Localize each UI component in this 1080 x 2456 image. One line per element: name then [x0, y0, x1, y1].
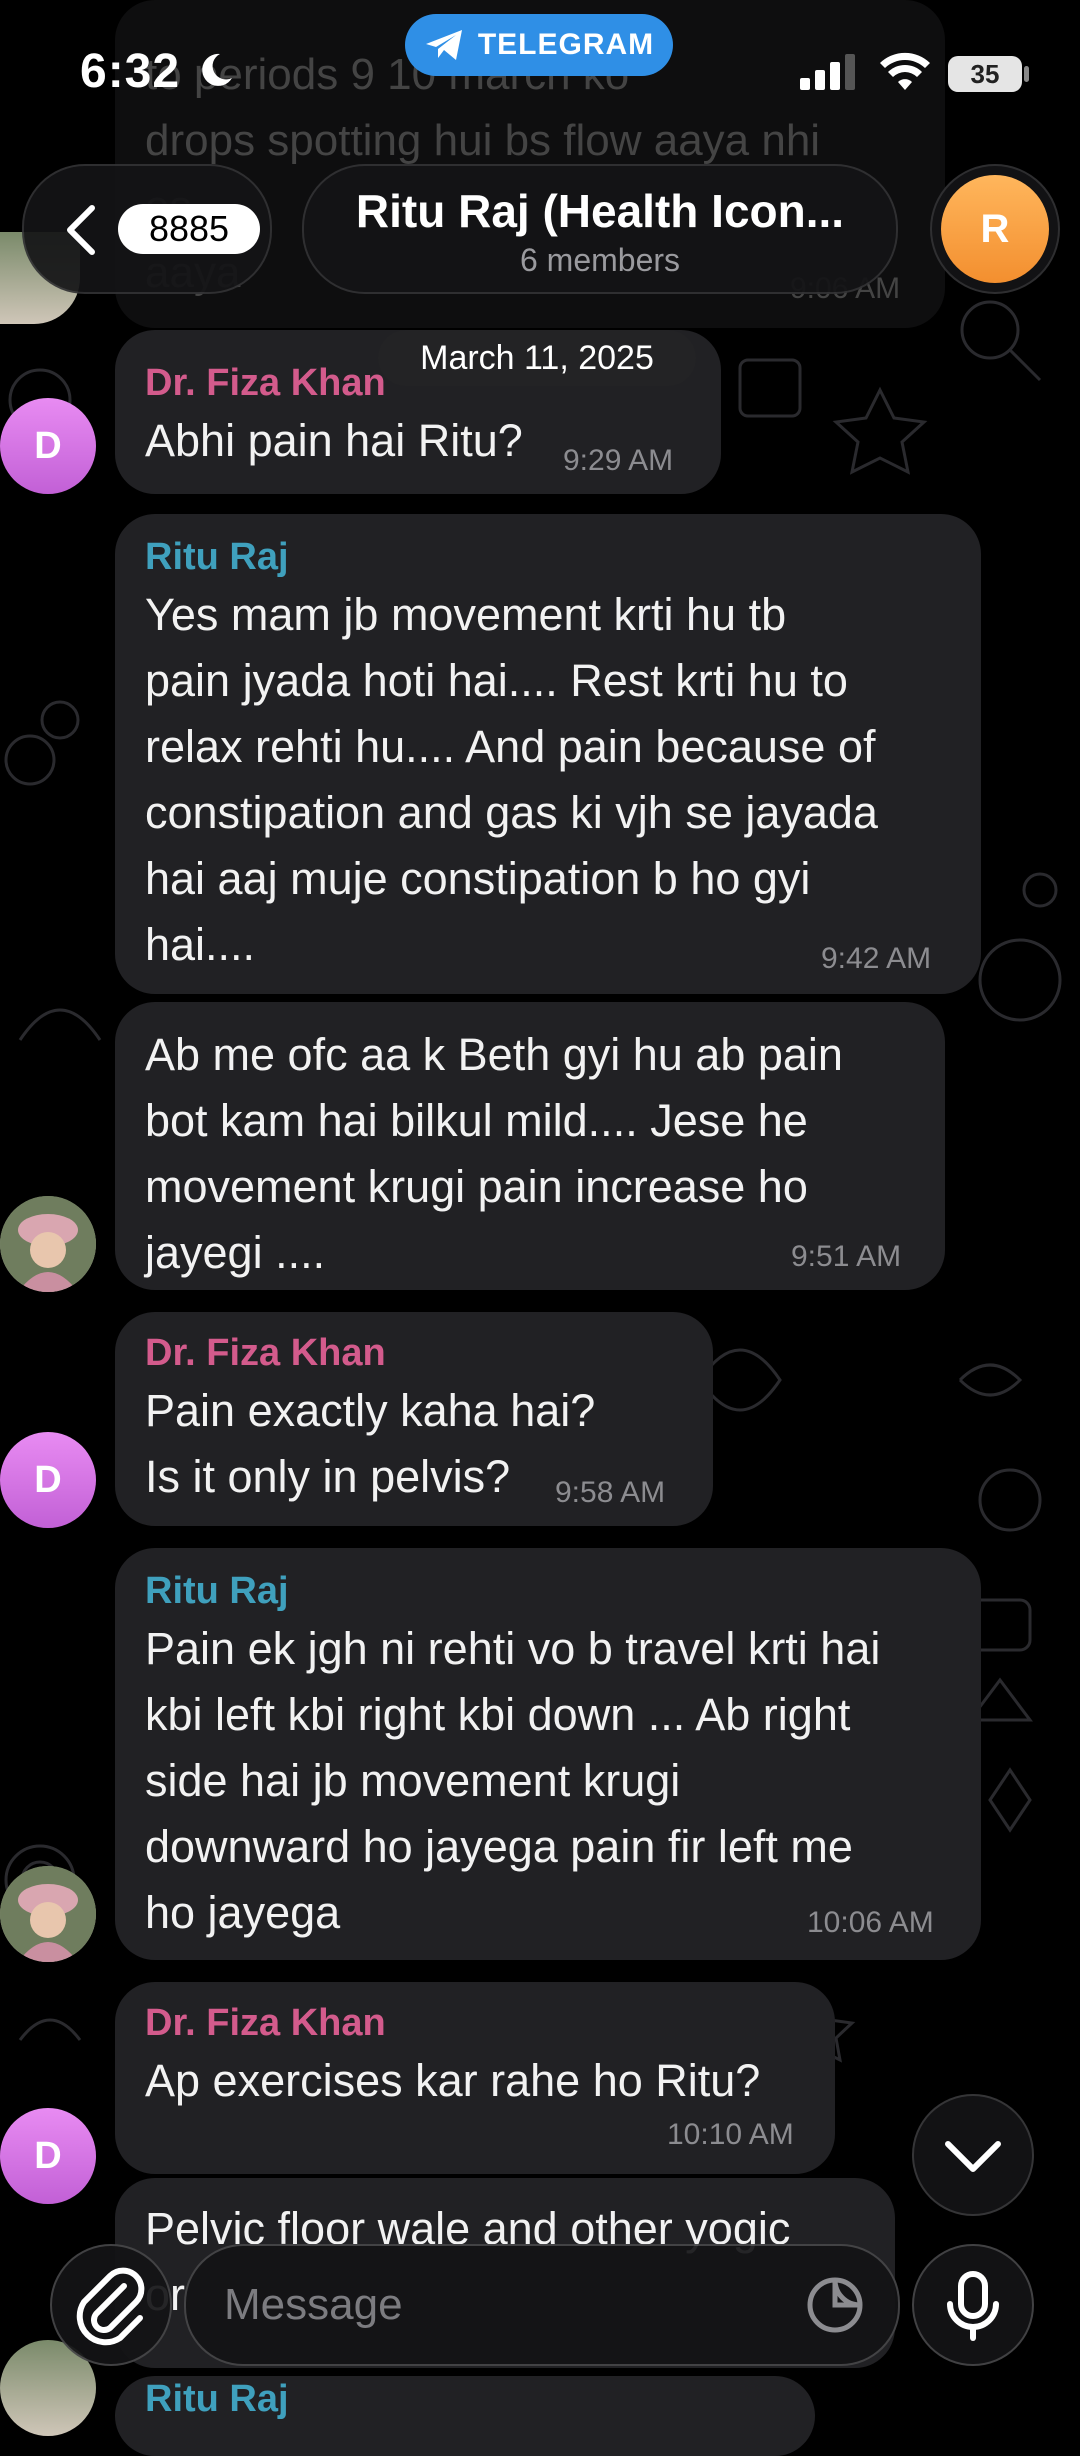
message-text: side hai jb movement krugi	[145, 1755, 681, 1806]
message-text: jayegi ....	[145, 1227, 326, 1278]
moon-icon	[196, 50, 236, 90]
avatar[interactable]	[0, 1196, 96, 1292]
wifi-icon	[878, 52, 932, 97]
chat-avatar: R	[941, 175, 1049, 283]
status-time: 6:32	[80, 45, 181, 98]
back-button[interactable]: 8885	[22, 164, 272, 294]
signal-icon	[800, 54, 860, 95]
message-text: hai aaj muje constipation b ho gyi	[145, 853, 811, 904]
chat-title-pill[interactable]: Ritu Raj (Health Icon... 6 members	[302, 164, 898, 294]
message-time: 9:29 AM	[563, 444, 674, 477]
chat-members-count: 6 members	[519, 242, 681, 278]
message-bubble[interactable]: Ritu Raj	[115, 2376, 815, 2456]
message-text: hai....	[145, 919, 256, 970]
battery-tip	[1024, 66, 1029, 82]
message-bubble[interactable]: Ritu Raj Yes mam jb movement krti hu tb …	[115, 514, 981, 994]
message-sender: Ritu Raj	[145, 536, 289, 578]
message-sender: Dr. Fiza Khan	[145, 362, 386, 404]
message-text: Abhi pain hai Ritu?	[145, 415, 523, 466]
message-bubble[interactable]: Ab me ofc aa k Beth gyi hu ab pain bot k…	[115, 1002, 945, 1290]
message-text: kbi left kbi right kbi down ... Ab right	[145, 1689, 851, 1740]
message-text: Pain ek jgh ni rehti vo b travel krti ha…	[145, 1623, 881, 1674]
message-time: 10:10 AM	[667, 2118, 794, 2151]
chat-avatar-button[interactable]: R	[930, 164, 1060, 294]
message-sender: Ritu Raj	[145, 1570, 289, 1612]
avatar[interactable]: D	[0, 2108, 96, 2204]
message-field[interactable]	[184, 2244, 900, 2366]
message-bubble[interactable]: Ritu Raj Pain ek jgh ni rehti vo b trave…	[115, 1548, 981, 1960]
message-text: Ab me ofc aa k Beth gyi hu ab pain	[145, 1029, 843, 1080]
attach-button[interactable]	[50, 2244, 172, 2366]
message-text: ho jayega	[145, 1887, 341, 1938]
telegram-pill-label: TELEGRAM	[477, 28, 655, 61]
sticker-icon[interactable]	[806, 2276, 864, 2339]
message-time: 10:06 AM	[807, 1906, 934, 1939]
message-time: 9:51 AM	[791, 1240, 902, 1273]
battery-icon: 35	[948, 56, 1022, 92]
voice-record-button[interactable]	[912, 2244, 1034, 2366]
message-sender: Dr. Fiza Khan	[145, 2002, 386, 2044]
message-text: constipation and gas ki vjh se jayada	[145, 787, 878, 838]
date-separator: March 11, 2025	[378, 330, 696, 386]
message-text: Yes mam jb movement krti hu tb	[145, 589, 787, 640]
chat-title: Ritu Raj (Health Icon...	[355, 185, 845, 237]
paperclip-icon	[76, 2267, 145, 2346]
avatar[interactable]: D	[0, 398, 96, 494]
message-bubble[interactable]: Dr. Fiza Khan Ap exercises kar rahe ho R…	[115, 1982, 835, 2174]
telegram-pill[interactable]: TELEGRAM	[405, 14, 673, 76]
microphone-icon	[947, 2271, 999, 2341]
avatar[interactable]: D	[0, 1432, 96, 1528]
message-text: bot kam hai bilkul mild.... Jese he	[145, 1095, 808, 1146]
message-time: 9:42 AM	[821, 942, 932, 975]
message-text: Pain exactly kaha hai?	[145, 1385, 596, 1436]
scroll-to-bottom-button[interactable]	[912, 2094, 1034, 2216]
message-text: movement krugi pain increase ho	[145, 1161, 808, 1212]
unread-count-badge: 8885	[118, 204, 260, 254]
message-input[interactable]	[222, 2274, 786, 2336]
message-text: pain jyada hoti hai.... Rest krti hu to	[145, 655, 848, 706]
message-text: Ap exercises kar rahe ho Ritu?	[145, 2055, 761, 2106]
message-text: Is it only in pelvis?	[145, 1451, 511, 1502]
chevron-left-icon	[64, 204, 98, 261]
status-bar: 6:32 TELEGRAM 35	[0, 0, 1080, 150]
message-time: 9:58 AM	[555, 1476, 666, 1509]
message-text: downward ho jayega pain fir left me	[145, 1821, 853, 1872]
message-sender: Dr. Fiza Khan	[145, 1332, 386, 1374]
avatar[interactable]	[0, 1866, 96, 1962]
message-bubble[interactable]: Dr. Fiza Khan Pain exactly kaha hai? Is …	[115, 1312, 713, 1526]
telegram-icon	[425, 30, 462, 60]
message-text: relax rehti hu.... And pain because of	[145, 721, 876, 772]
chevron-down-icon	[945, 2141, 1001, 2172]
